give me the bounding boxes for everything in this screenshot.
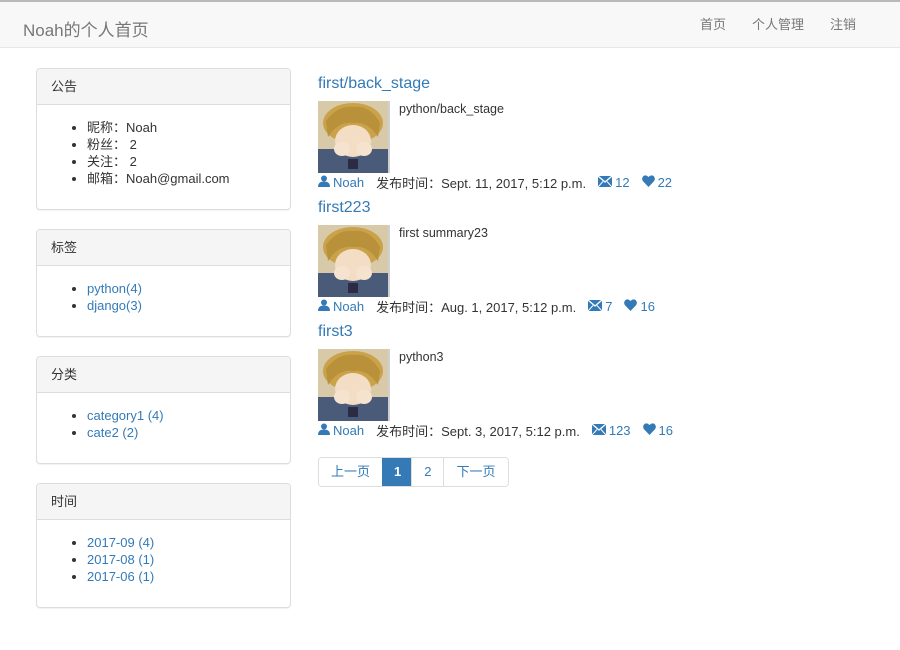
post-item: first223 first summary23 Noah 发布时间：Aug. … bbox=[318, 198, 878, 322]
user-icon bbox=[318, 423, 330, 438]
navbar-brand[interactable]: Noah的个人首页 bbox=[23, 16, 149, 41]
post-likes-link[interactable]: 16 bbox=[642, 423, 674, 438]
user-icon bbox=[318, 175, 330, 190]
post-meta: Noah 发布时间：Sept. 11, 2017, 5:12 p.m. 12 2… bbox=[318, 173, 672, 192]
archive-link-2017-06[interactable]: 2017-06 (1) bbox=[87, 569, 154, 584]
archive-link-2017-08[interactable]: 2017-08 (1) bbox=[87, 552, 154, 567]
next-page-button[interactable]: 下一页 bbox=[443, 458, 508, 486]
envelope-icon bbox=[587, 299, 603, 314]
post-avatar-image[interactable] bbox=[318, 101, 390, 173]
archive-panel: 时间 2017-09 (4) 2017-08 (1) 2017-06 (1) bbox=[36, 483, 291, 608]
navbar-links: 首页 个人管理 注销 bbox=[687, 2, 900, 48]
post-likes-link[interactable]: 16 bbox=[624, 299, 655, 314]
post-comment-count: 123 bbox=[608, 423, 631, 438]
panel-heading: 分类 bbox=[37, 357, 290, 393]
post-title-link[interactable]: first3 bbox=[318, 322, 878, 342]
post-author-link[interactable]: Noah bbox=[318, 175, 364, 190]
post-author-name: Noah bbox=[333, 423, 365, 438]
post-comments-link[interactable]: 12 bbox=[597, 175, 630, 190]
nav-home-link[interactable]: 首页 bbox=[687, 2, 739, 48]
tags-panel: 标签 python(4) django(3) bbox=[36, 229, 291, 337]
category-link-cate2[interactable]: cate2 (2) bbox=[87, 425, 138, 440]
post-comments-link[interactable]: 123 bbox=[591, 423, 631, 438]
tag-link-python[interactable]: python(4) bbox=[87, 281, 142, 296]
post-avatar-image[interactable] bbox=[318, 349, 390, 421]
categories-panel: 分类 category1 (4) cate2 (2) bbox=[36, 356, 291, 464]
post-meta: Noah 发布时间：Aug. 1, 2017, 5:12 p.m. 7 16 bbox=[318, 297, 655, 316]
post-meta: Noah 发布时间：Sept. 3, 2017, 5:12 p.m. 123 1… bbox=[318, 421, 673, 440]
post-summary: first summary23 bbox=[399, 226, 488, 240]
panel-body: category1 (4) cate2 (2) bbox=[37, 393, 290, 463]
panel-body: 昵称：Noah 粉丝： 2 关注： 2 邮箱：Noah@gmail.com bbox=[37, 105, 290, 209]
page-1-button[interactable]: 1 bbox=[382, 458, 412, 486]
panel-heading: 时间 bbox=[37, 484, 290, 520]
following-item: 关注： 2 bbox=[87, 153, 276, 170]
post-author-link[interactable]: Noah bbox=[318, 423, 364, 438]
sidebar: 公告 昵称：Noah 粉丝： 2 关注： 2 邮箱：Noah@gmail.com… bbox=[36, 68, 291, 627]
post-comment-count: 12 bbox=[615, 175, 630, 190]
envelope-icon bbox=[591, 423, 607, 438]
page-2-button[interactable]: 2 bbox=[411, 458, 444, 486]
heart-icon bbox=[642, 423, 656, 438]
post-likes-link[interactable]: 22 bbox=[641, 175, 673, 190]
post-comments-link[interactable]: 7 bbox=[587, 299, 613, 314]
post-date: 发布时间：Sept. 11, 2017, 5:12 p.m. bbox=[376, 176, 587, 191]
post-title-link[interactable]: first223 bbox=[318, 198, 878, 218]
post-comment-count: 7 bbox=[605, 299, 613, 314]
panel-heading: 公告 bbox=[37, 69, 290, 105]
post-title-link[interactable]: first/back_stage bbox=[318, 74, 878, 94]
post-avatar-image[interactable] bbox=[318, 225, 390, 297]
tag-link-django[interactable]: django(3) bbox=[87, 298, 142, 313]
post-item: first3 python3 Noah 发布时间：Sept. 3, 2017, … bbox=[318, 322, 878, 446]
panel-body: python(4) django(3) bbox=[37, 266, 290, 336]
envelope-icon bbox=[597, 175, 613, 190]
panel-body: 2017-09 (4) 2017-08 (1) 2017-06 (1) bbox=[37, 520, 290, 607]
post-like-count: 22 bbox=[657, 175, 673, 190]
panel-heading: 标签 bbox=[37, 230, 290, 266]
nickname-item: 昵称：Noah bbox=[87, 119, 276, 136]
post-like-count: 16 bbox=[658, 423, 674, 438]
post-author-name: Noah bbox=[333, 299, 365, 314]
post-item: first/back_stage python/back_stage Noah bbox=[318, 74, 878, 198]
archive-link-2017-09[interactable]: 2017-09 (4) bbox=[87, 535, 154, 550]
post-date: 发布时间：Aug. 1, 2017, 5:12 p.m. bbox=[376, 300, 577, 315]
post-author-link[interactable]: Noah bbox=[318, 299, 364, 314]
post-list: first/back_stage python/back_stage Noah bbox=[318, 74, 878, 446]
prev-page-button[interactable]: 上一页 bbox=[319, 458, 383, 486]
post-like-count: 16 bbox=[640, 299, 655, 314]
announcement-panel: 公告 昵称：Noah 粉丝： 2 关注： 2 邮箱：Noah@gmail.com bbox=[36, 68, 291, 210]
followers-item: 粉丝： 2 bbox=[87, 136, 276, 153]
post-summary: python/back_stage bbox=[399, 102, 504, 116]
heart-icon bbox=[624, 299, 638, 314]
pagination: 上一页 1 2 下一页 bbox=[318, 457, 509, 487]
nav-manage-link[interactable]: 个人管理 bbox=[739, 2, 817, 48]
user-icon bbox=[318, 299, 330, 314]
email-item: 邮箱：Noah@gmail.com bbox=[87, 170, 276, 187]
navbar: Noah的个人首页 首页 个人管理 注销 bbox=[0, 2, 900, 48]
category-link-category1[interactable]: category1 (4) bbox=[87, 408, 164, 423]
heart-icon bbox=[641, 175, 655, 190]
post-author-name: Noah bbox=[333, 175, 365, 190]
post-summary: python3 bbox=[399, 350, 444, 364]
nav-logout-link[interactable]: 注销 bbox=[817, 2, 900, 48]
post-date: 发布时间：Sept. 3, 2017, 5:12 p.m. bbox=[376, 424, 580, 439]
